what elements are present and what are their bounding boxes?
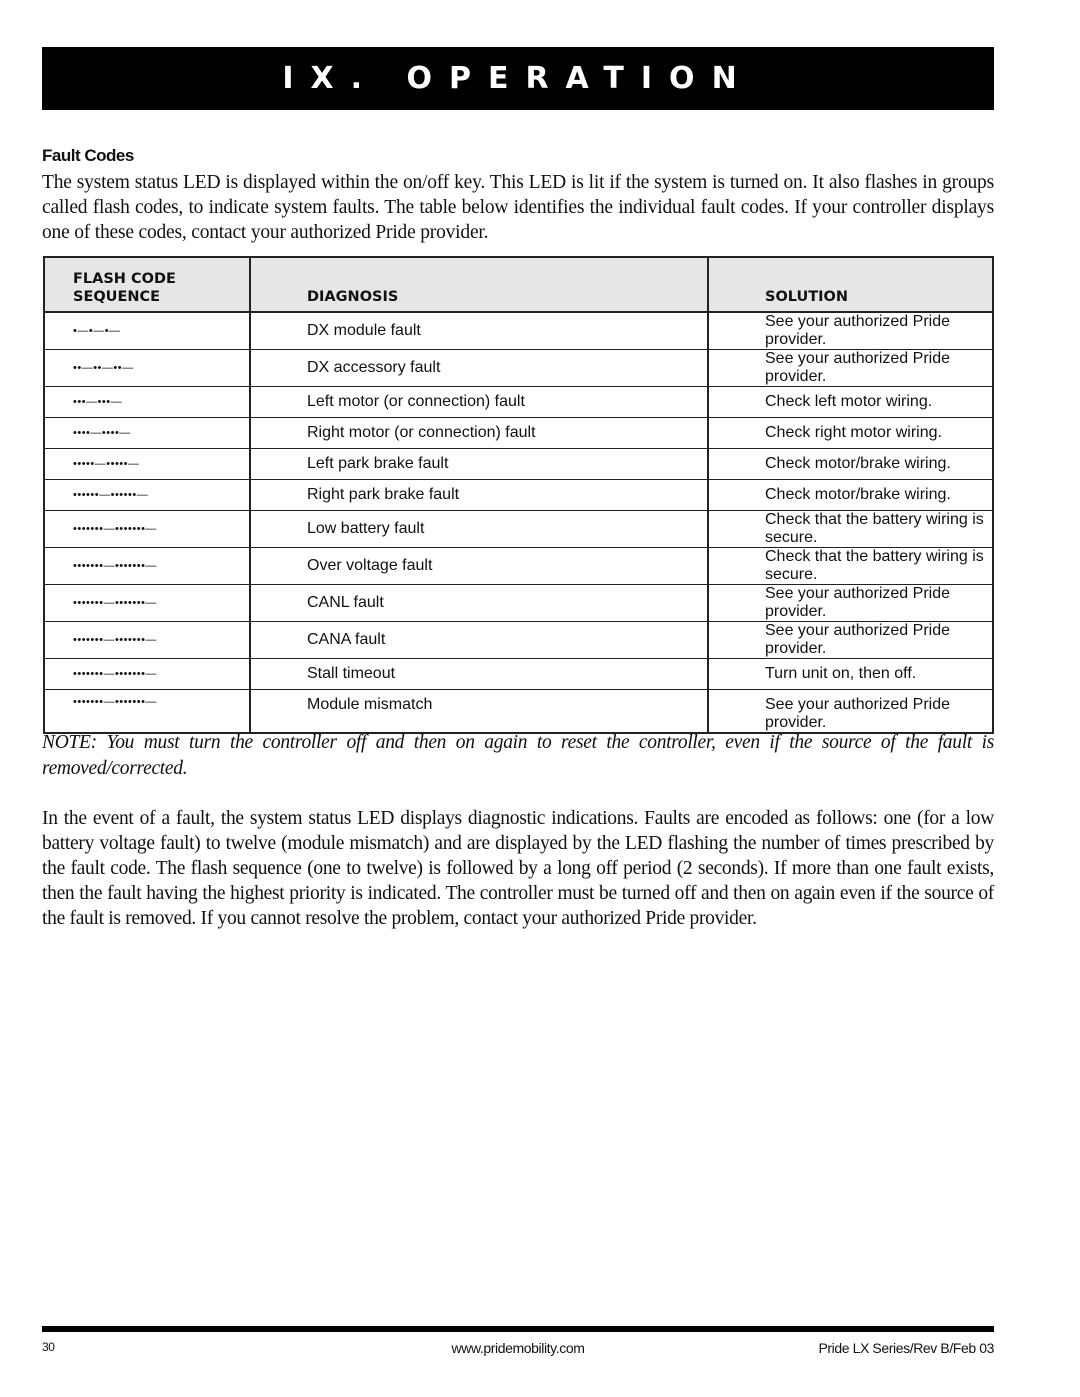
diagnosis-cell: CANL fault (250, 584, 709, 622)
diagnosis-cell: Left motor (or connection) fault (250, 386, 709, 418)
flash-code-sequence: •••••••—•••••••— (44, 621, 251, 659)
solution-cell: See your authorized Pride provider. (708, 311, 993, 350)
diagnosis-cell: Module mismatch (250, 689, 709, 733)
flash-code-sequence: •••••••—•••••••— (44, 510, 251, 548)
table-row: ••••—••••— Right motor (or connection) fa… (44, 417, 993, 449)
solution-cell: See your authorized Pride provider. (708, 349, 993, 387)
diagnosis-cell: Left park brake fault (250, 448, 709, 480)
section-banner-title: IX. OPERATION (282, 61, 754, 96)
page-footer: 30 www.pridemobility.com Pride LX Series… (42, 1340, 994, 1360)
diagnosis-cell: DX module fault (250, 311, 709, 350)
body-paragraph: In the event of a fault, the system stat… (42, 808, 994, 929)
flash-code-sequence: ••••—••••— (44, 417, 251, 449)
diagnosis-cell: Stall timeout (250, 658, 709, 690)
flash-code-sequence: •••••••—•••••••— (44, 689, 251, 733)
solution-cell: See your authorized Pride provider. (708, 584, 993, 622)
table-row: •••••••—•••••••— CANA fault See your autho… (44, 621, 993, 659)
header-flash-code-sequence: FLASH CODE SEQUENCE (44, 257, 251, 313)
table-row: •••••—•••••— Left park brake fault Check m… (44, 448, 993, 480)
table-row: ••••••—••••••— Right park brake fault Chec… (44, 479, 993, 511)
flash-code-sequence: ••••••—••••••— (44, 479, 251, 511)
flash-code-sequence: •••—•••— (44, 386, 251, 418)
diagnosis-cell: Right motor (or connection) fault (250, 417, 709, 449)
table-row: ••—••—••— DX accessory fault See your auth… (44, 349, 993, 387)
solution-cell: Check motor/brake wiring. (708, 448, 993, 480)
note-text: NOTE: You must turn the controller off a… (42, 732, 994, 779)
flash-code-sequence: •—•—•— (44, 311, 251, 350)
solution-cell: Check that the battery wiring is secure. (708, 547, 993, 585)
solution-cell: Turn unit on, then off. (708, 658, 993, 690)
fault-codes-table: FLASH CODE SEQUENCE DIAGNOSIS SOLUTION •… (43, 256, 994, 734)
diagnosis-cell: Right park brake fault (250, 479, 709, 511)
diagnosis-cell: DX accessory fault (250, 349, 709, 387)
intro-paragraph: The system status LED is displayed withi… (42, 172, 994, 243)
header-sequence-line1: FLASH CODE (73, 271, 176, 287)
solution-cell: See your authorized Pride provider. (708, 689, 993, 733)
section-title: Fault Codes (42, 146, 134, 165)
table-row: •••••••—•••••••— Module mismatch See your … (44, 689, 993, 733)
table-header-row: FLASH CODE SEQUENCE DIAGNOSIS SOLUTION (44, 257, 993, 313)
footer-revision: Pride LX Series/Rev B/Feb 03 (818, 1340, 994, 1356)
table-row: •••••••—•••••••— Stall timeout Turn unit o… (44, 658, 993, 690)
header-sequence-line2: SEQUENCE (73, 289, 161, 305)
header-diagnosis: DIAGNOSIS (250, 257, 709, 313)
header-solution: SOLUTION (708, 257, 993, 313)
table-row: •—•—•— DX module fault See your authorized… (44, 311, 993, 350)
flash-code-sequence: ••—••—••— (44, 349, 251, 387)
section-banner: IX. OPERATION (42, 47, 994, 110)
footer-rule (42, 1326, 994, 1332)
solution-cell: Check right motor wiring. (708, 417, 993, 449)
diagnosis-cell: CANA fault (250, 621, 709, 659)
solution-cell: See your authorized Pride provider. (708, 621, 993, 659)
flash-code-sequence: •••••••—•••••••— (44, 658, 251, 690)
solution-cell: Check left motor wiring. (708, 386, 993, 418)
solution-cell: Check that the battery wiring is secure. (708, 510, 993, 548)
solution-cell: Check motor/brake wiring. (708, 479, 993, 511)
flash-code-sequence: •••••—•••••— (44, 448, 251, 480)
table-row: •••—•••— Left motor (or connection) fault… (44, 386, 993, 418)
flash-code-sequence: •••••••—•••••••— (44, 584, 251, 622)
table-row: •••••••—•••••••— CANL fault See your autho… (44, 584, 993, 622)
diagnosis-cell: Low battery fault (250, 510, 709, 548)
table-row: •••••••—•••••••— Over voltage fault Check … (44, 547, 993, 585)
diagnosis-cell: Over voltage fault (250, 547, 709, 585)
flash-code-sequence: •••••••—•••••••— (44, 547, 251, 585)
table-row: •••••••—•••••••— Low battery fault Check t… (44, 510, 993, 548)
